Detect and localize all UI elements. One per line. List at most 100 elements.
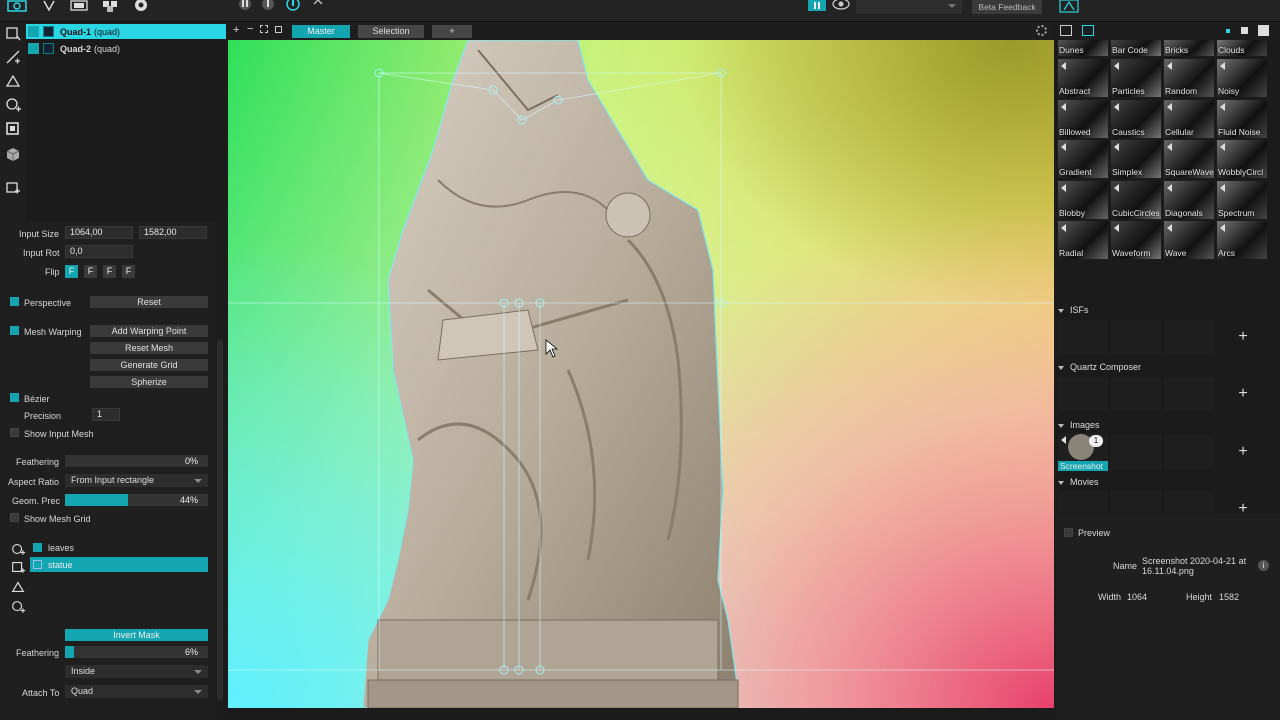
- generator-wave[interactable]: Wave: [1164, 221, 1214, 259]
- generator-particles[interactable]: Particles: [1111, 59, 1161, 97]
- circle-add-icon[interactable]: [10, 541, 26, 557]
- add-isf-button[interactable]: +: [1218, 318, 1268, 356]
- generator-spectrum[interactable]: Spectrum: [1217, 180, 1267, 219]
- geom-prec-slider[interactable]: 44%: [65, 494, 208, 506]
- eye-icon[interactable]: [830, 0, 852, 13]
- generator-blobby[interactable]: Blobby: [1058, 180, 1108, 219]
- generate-grid-button[interactable]: Generate Grid: [90, 359, 208, 371]
- perspective-checkbox[interactable]: [10, 297, 19, 306]
- aspect-ratio-dropdown[interactable]: From Input rectangle: [65, 474, 208, 487]
- gear-icon[interactable]: [1036, 25, 1047, 36]
- generator-waveform[interactable]: Waveform: [1111, 221, 1161, 259]
- show-mesh-grid-checkbox[interactable]: [10, 513, 19, 522]
- fullscreen-icon[interactable]: [275, 26, 282, 33]
- generator-clouds[interactable]: Clouds: [1217, 40, 1267, 56]
- cube-tool-icon[interactable]: [4, 146, 22, 164]
- invert-mask-button[interactable]: Invert Mask: [65, 629, 208, 641]
- mask-feathering-slider[interactable]: 6%: [65, 646, 208, 658]
- info-icon[interactable]: i: [1258, 560, 1269, 571]
- generator-dunes[interactable]: Dunes: [1058, 40, 1108, 56]
- show-input-mesh-checkbox[interactable]: [10, 428, 19, 437]
- arrow-icon[interactable]: [307, 0, 329, 13]
- layer-row-quad-2[interactable]: Quad-2 (quad): [26, 41, 226, 56]
- mask-visible-checkbox[interactable]: [33, 543, 42, 552]
- add-movie-button[interactable]: +: [1218, 496, 1268, 514]
- triangle-tool-icon[interactable]: [4, 72, 22, 90]
- pause-icon[interactable]: [234, 0, 256, 13]
- cubes-icon[interactable]: [99, 0, 121, 13]
- folder-add-icon[interactable]: [4, 178, 22, 196]
- list-view-icon[interactable]: [1060, 25, 1072, 36]
- layer-visible-checkbox[interactable]: [28, 43, 39, 54]
- generator-abstract[interactable]: Abstract: [1058, 59, 1108, 97]
- add-tab-button[interactable]: +: [432, 25, 472, 38]
- canvas-viewport[interactable]: [228, 40, 1054, 708]
- add-warping-point-button[interactable]: Add Warping Point: [90, 325, 208, 337]
- input-width-field[interactable]: 1064,00: [65, 226, 133, 239]
- precision-stepper[interactable]: 1: [92, 408, 120, 421]
- timer-icon[interactable]: [282, 0, 304, 13]
- mask-row-leaves[interactable]: leaves: [30, 540, 208, 555]
- zoom-out-icon[interactable]: −: [247, 23, 253, 35]
- app-logo-icon[interactable]: [1058, 0, 1082, 13]
- generator-random[interactable]: Random: [1164, 59, 1214, 97]
- section-quartz[interactable]: Quartz Composer: [1058, 362, 1141, 372]
- generator-caustics[interactable]: Caustics: [1111, 99, 1161, 138]
- perspective-reset-button[interactable]: Reset: [90, 296, 208, 308]
- generator-squarewave[interactable]: SquareWave: [1164, 140, 1214, 178]
- generator-noisy[interactable]: Noisy: [1217, 59, 1267, 97]
- mask-row-statue[interactable]: statue: [30, 557, 208, 572]
- info-icon[interactable]: [257, 0, 279, 13]
- generator-wobblycircl[interactable]: WobblyCircl: [1217, 140, 1267, 178]
- grid-view-icon[interactable]: [806, 0, 828, 13]
- small-size-icon[interactable]: [1226, 29, 1230, 33]
- lock-icon[interactable]: [43, 26, 54, 37]
- generator-bricks[interactable]: Bricks: [1164, 40, 1214, 56]
- circle-tool-icon[interactable]: [4, 96, 22, 114]
- layer-row-quad-1[interactable]: Quad-1 (quad): [26, 24, 226, 39]
- generator-radial[interactable]: Radial: [1058, 221, 1108, 259]
- flip-vertical-button[interactable]: F: [84, 265, 97, 278]
- section-isfs[interactable]: ISFs: [1058, 305, 1089, 315]
- input-height-field[interactable]: 1582,00: [139, 226, 207, 239]
- flip-rotate-left-button[interactable]: F: [103, 265, 116, 278]
- ellipse-add-icon[interactable]: [10, 599, 26, 615]
- generator-arcs[interactable]: Arcs: [1217, 221, 1267, 259]
- output-icon[interactable]: [68, 0, 90, 13]
- generator-gradient[interactable]: Gradient: [1058, 140, 1108, 178]
- input-rot-field[interactable]: 0,0: [65, 245, 133, 258]
- preview-checkbox[interactable]: [1064, 528, 1073, 537]
- zoom-in-icon[interactable]: +: [233, 24, 239, 36]
- bezier-checkbox[interactable]: [10, 393, 19, 402]
- output-selector[interactable]: [856, 0, 962, 14]
- reset-mesh-button[interactable]: Reset Mesh: [90, 342, 208, 354]
- tab-selection[interactable]: Selection: [358, 25, 424, 38]
- medium-size-icon[interactable]: [1241, 27, 1248, 34]
- layer-visible-checkbox[interactable]: [28, 26, 39, 37]
- triangle-add-icon[interactable]: [10, 579, 26, 595]
- generator-diagonals[interactable]: Diagonals: [1164, 180, 1214, 219]
- select-tool-icon[interactable]: [4, 24, 22, 42]
- generator-bar-code[interactable]: Bar Code: [1111, 40, 1161, 56]
- rect-add-icon[interactable]: [10, 559, 26, 575]
- fit-icon[interactable]: [260, 25, 268, 33]
- section-images[interactable]: Images: [1058, 420, 1100, 430]
- add-image-button[interactable]: +: [1218, 433, 1268, 471]
- generator-billowed[interactable]: Billowed: [1058, 99, 1108, 138]
- generator-fluid-noise[interactable]: Fluid Noise: [1217, 99, 1267, 138]
- properties-scrollbar[interactable]: [217, 340, 223, 700]
- mesh-warping-checkbox[interactable]: [10, 326, 19, 335]
- tab-master[interactable]: Master: [292, 25, 350, 38]
- generator-simplex[interactable]: Simplex: [1111, 140, 1161, 178]
- mask-visible-checkbox[interactable]: [33, 560, 42, 569]
- image-item-screenshot[interactable]: 1 Screenshot: [1058, 433, 1108, 471]
- brush-icon[interactable]: [38, 0, 60, 13]
- add-quartz-button[interactable]: +: [1218, 375, 1268, 413]
- flip-horizontal-button[interactable]: F: [65, 265, 78, 278]
- beta-feedback-button[interactable]: Beta Feedback: [972, 0, 1042, 14]
- crop-tool-icon[interactable]: [4, 120, 22, 138]
- gear-icon[interactable]: [130, 0, 152, 13]
- section-movies[interactable]: Movies: [1058, 477, 1099, 487]
- large-size-icon[interactable]: [1258, 25, 1269, 36]
- generator-cubiccircles[interactable]: CubicCircles: [1111, 180, 1161, 219]
